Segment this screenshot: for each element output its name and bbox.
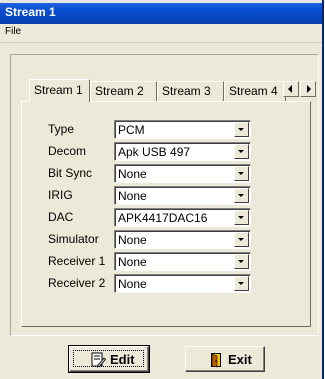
decom-value: Apk USB 497 <box>118 145 191 159</box>
edit-document-icon <box>91 352 106 368</box>
type-value: PCM <box>118 123 145 137</box>
chevron-right-icon <box>307 85 311 93</box>
dac-value: APK4417DAC16 <box>118 211 208 225</box>
decom-dropdown[interactable]: Apk USB 497 <box>114 142 251 161</box>
tab-scroll-buttons <box>283 81 317 98</box>
chevron-down-icon <box>238 194 244 197</box>
menu-file[interactable]: File <box>5 26 21 37</box>
edit-button-label: Edit <box>110 352 135 367</box>
window-title: Stream 1 <box>5 5 56 19</box>
simulator-value: None <box>118 233 147 247</box>
exit-button-label: Exit <box>228 352 252 367</box>
bit-sync-value: None <box>118 167 147 181</box>
tab-stream-1[interactable]: Stream 1 <box>29 79 90 102</box>
menu-bar: File <box>0 24 322 43</box>
tab-label: Stream 4 <box>229 84 278 98</box>
receiver-2-label: Receiver 2 <box>48 276 106 290</box>
tab-scroll-right-button[interactable] <box>300 81 316 97</box>
dac-dropdown[interactable]: APK4417DAC16 <box>114 208 251 227</box>
chevron-down-icon <box>238 172 244 175</box>
type-dropdown[interactable]: PCM <box>114 120 251 139</box>
bit-sync-dropdown[interactable]: None <box>114 164 251 183</box>
chevron-down-icon <box>238 260 244 263</box>
irig-dropdown-button[interactable] <box>234 188 249 203</box>
tab-panel: Type PCM Decom Apk USB 497 Bit Sync None… <box>21 101 311 327</box>
tab-stream-4[interactable]: Stream 4 <box>224 81 286 101</box>
receiver-1-value: None <box>118 255 147 269</box>
decom-dropdown-button[interactable] <box>234 144 249 159</box>
type-dropdown-button[interactable] <box>234 122 249 137</box>
irig-dropdown[interactable]: None <box>114 186 251 205</box>
type-label: Type <box>48 122 75 136</box>
bit-sync-label: Bit Sync <box>48 166 93 180</box>
chevron-down-icon <box>238 282 244 285</box>
bit-sync-dropdown-button[interactable] <box>234 166 249 181</box>
chevron-down-icon <box>238 128 244 131</box>
receiver-1-label: Receiver 1 <box>48 254 106 268</box>
receiver-1-dropdown-button[interactable] <box>234 254 249 269</box>
chevron-left-icon <box>288 85 292 93</box>
tab-stream-2[interactable]: Stream 2 <box>90 81 157 101</box>
tab-scroll-left-button[interactable] <box>283 81 299 97</box>
exit-button[interactable]: Exit <box>185 346 265 372</box>
simulator-dropdown[interactable]: None <box>114 230 251 249</box>
dac-dropdown-button[interactable] <box>234 210 249 225</box>
chevron-down-icon <box>238 216 244 219</box>
tab-label: Stream 1 <box>34 83 83 97</box>
dac-label: DAC <box>48 210 74 224</box>
chevron-down-icon <box>238 150 244 153</box>
exit-door-icon <box>211 353 221 368</box>
tab-stream-3[interactable]: Stream 3 <box>157 81 224 101</box>
receiver-2-dropdown[interactable]: None <box>114 274 251 293</box>
simulator-label: Simulator <box>48 232 99 246</box>
irig-label: IRIG <box>48 188 73 202</box>
tab-strip: Stream 1 Stream 2 Stream 3 Stream 4 <box>29 79 319 102</box>
receiver-2-value: None <box>118 277 147 291</box>
tab-label: Stream 2 <box>95 84 144 98</box>
title-bar[interactable]: Stream 1 <box>0 0 322 24</box>
chevron-down-icon <box>238 238 244 241</box>
tab-label: Stream 3 <box>162 84 211 98</box>
decom-label: Decom <box>48 144 87 158</box>
receiver-2-dropdown-button[interactable] <box>234 276 249 291</box>
stream-window: Stream 1 File Stream 1 Stream 2 Stream 3… <box>0 0 324 379</box>
irig-value: None <box>118 189 147 203</box>
receiver-1-dropdown[interactable]: None <box>114 252 251 271</box>
edit-button[interactable]: Edit <box>68 345 150 373</box>
title-bar-top-strip <box>0 0 322 3</box>
simulator-dropdown-button[interactable] <box>234 232 249 247</box>
